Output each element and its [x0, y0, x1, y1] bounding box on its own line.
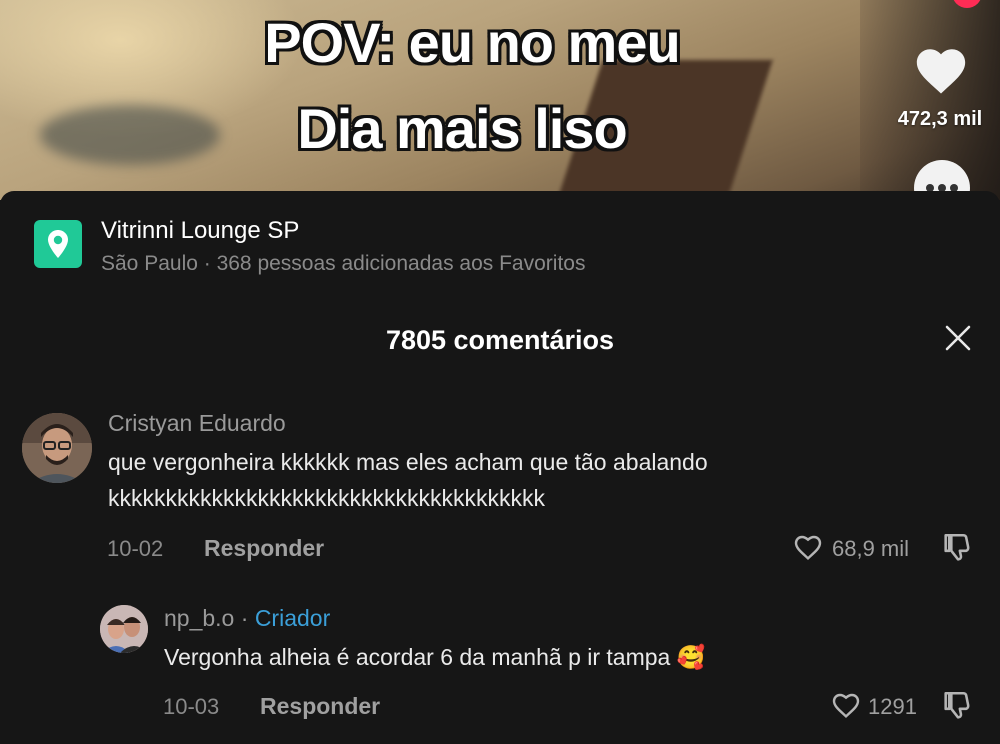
video-player[interactable]: POV: eu no meu Dia mais liso — [0, 0, 1000, 200]
reply-button[interactable]: Responder — [260, 693, 380, 720]
comment-like-count: 68,9 mil — [832, 536, 910, 561]
comment-author[interactable]: np_b.o — [164, 605, 234, 631]
avatar[interactable] — [100, 605, 148, 653]
comment-text: Vergonha alheia é acordar 6 da manhã p i… — [164, 644, 706, 670]
video-like-count: 472,3 mil — [897, 108, 983, 130]
video-caption-line-1: POV: eu no meu — [264, 11, 680, 74]
reply-author-line: np_b.o · Criador — [164, 605, 330, 632]
reply-button[interactable]: Responder — [204, 535, 324, 562]
close-icon[interactable] — [942, 322, 974, 354]
comment-date: 10-03 — [163, 694, 220, 719]
comment-like-count: 1291 — [868, 694, 917, 719]
dislike-icon[interactable] — [940, 531, 974, 565]
avatar[interactable] — [22, 413, 92, 483]
video-caption-line-2: Dia mais liso — [297, 97, 627, 160]
comments-sheet: Vitrinni Lounge SP São Paulo · 368 pesso… — [0, 191, 1000, 744]
comment-date: 10-02 — [107, 536, 164, 561]
comment-text-line-2: kkkkkkkkkkkkkkkkkkkkkkkkkkkkkkkkkkkkkk — [108, 485, 545, 511]
comment-text-line-1: que vergonheira kkkkkk mas eles acham qu… — [108, 449, 708, 475]
comment-author[interactable]: Cristyan Eduardo — [108, 410, 286, 437]
heart-icon[interactable] — [912, 42, 970, 100]
place-subtitle: São Paulo · 368 pessoas adicionadas aos … — [101, 252, 586, 275]
dislike-icon[interactable] — [940, 689, 974, 723]
heart-outline-icon[interactable] — [830, 689, 862, 721]
creator-badge: Criador — [254, 605, 331, 631]
heart-outline-icon[interactable] — [792, 531, 824, 563]
comments-count-title: 7805 comentários — [385, 325, 615, 355]
location-pin-icon[interactable] — [34, 220, 82, 268]
badge-separator: · — [234, 605, 255, 631]
place-name[interactable]: Vitrinni Lounge SP — [101, 217, 299, 245]
